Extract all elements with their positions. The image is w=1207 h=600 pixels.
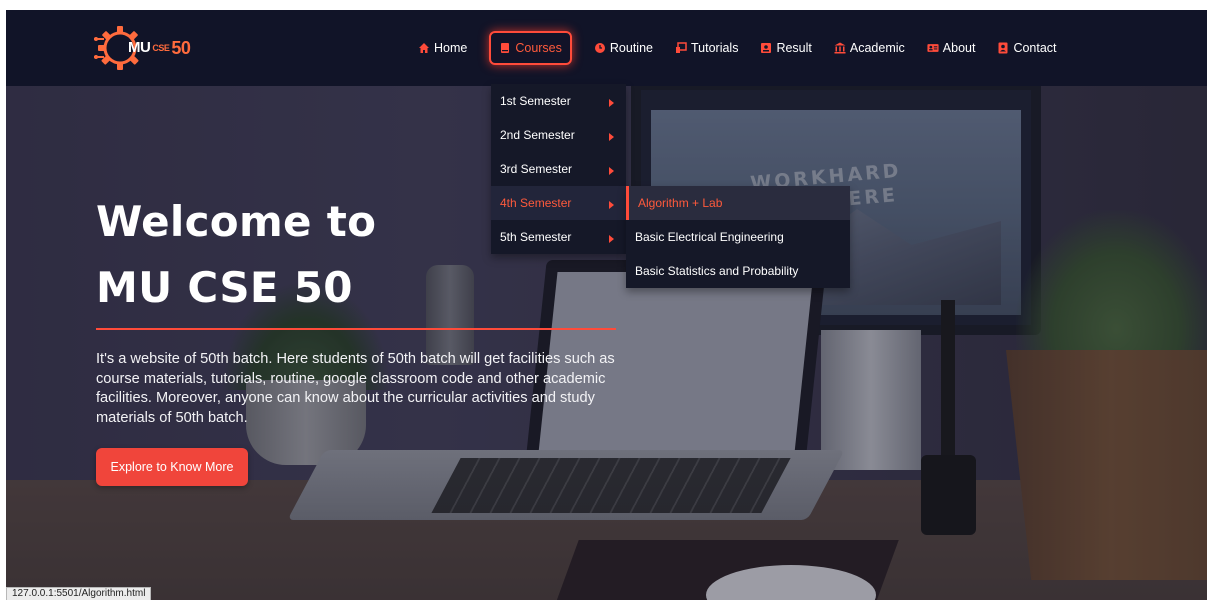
courses-dropdown: 1st Semester 2nd Semester 3rd Semester 4… — [491, 84, 626, 254]
nav-about[interactable]: About — [927, 31, 976, 65]
dropdown-item-label: 4th Semester — [500, 196, 572, 210]
result-icon — [760, 42, 772, 54]
nav-academic[interactable]: Academic — [834, 31, 905, 65]
submenu-item-basic-statistics[interactable]: Basic Statistics and Probability — [626, 254, 850, 288]
id-card-icon — [927, 42, 939, 54]
dropdown-item-3rd-semester[interactable]: 3rd Semester — [491, 152, 626, 186]
nav-tutorials[interactable]: Tutorials — [675, 31, 738, 65]
university-icon — [834, 42, 846, 54]
video-icon — [675, 42, 687, 54]
page-frame: WORKHARD ANYWHERE — [6, 10, 1207, 600]
clock-icon — [594, 42, 606, 54]
nav-home-label: Home — [434, 41, 468, 55]
site-logo[interactable]: MU CSE 50 — [94, 22, 194, 74]
logo-cse: CSE — [152, 43, 170, 53]
dropdown-item-2nd-semester[interactable]: 2nd Semester — [491, 118, 626, 152]
main-menu: Home Courses Routine Tutorials Result Ac… — [418, 10, 1079, 86]
nav-contact[interactable]: Contact — [997, 31, 1057, 65]
dropdown-item-label: 5th Semester — [500, 230, 572, 244]
nav-courses-label: Courses — [515, 41, 562, 55]
navbar: MU CSE 50 Home Courses Routine Tutorials… — [6, 10, 1207, 86]
caret-right-icon — [609, 99, 614, 107]
dropdown-item-label: 1st Semester — [500, 94, 571, 108]
nav-tutorials-label: Tutorials — [690, 41, 739, 55]
nav-about-label: About — [942, 41, 976, 55]
nav-home[interactable]: Home — [418, 31, 467, 65]
nav-contact-label: Contact — [1013, 41, 1057, 55]
nav-routine[interactable]: Routine — [594, 31, 653, 65]
semester-submenu: Algorithm + Lab Basic Electrical Enginee… — [626, 186, 850, 288]
hero-description: It's a website of 50th batch. Here stude… — [96, 351, 615, 426]
hero-divider — [96, 328, 616, 330]
logo-number: 50 — [171, 38, 191, 58]
dropdown-item-1st-semester[interactable]: 1st Semester — [491, 84, 626, 118]
caret-right-icon — [609, 167, 614, 175]
nav-courses[interactable]: Courses — [489, 31, 572, 65]
nav-result-label: Result — [776, 41, 812, 55]
submenu-item-label: Algorithm + Lab — [638, 196, 723, 210]
book-icon — [499, 42, 511, 54]
dropdown-item-label: 3rd Semester — [500, 162, 573, 176]
submenu-item-basic-electrical[interactable]: Basic Electrical Engineering — [626, 220, 850, 254]
dropdown-item-5th-semester[interactable]: 5th Semester — [491, 220, 626, 254]
nav-routine-label: Routine — [609, 41, 653, 55]
caret-right-icon — [609, 133, 614, 141]
logo-text: MU CSE 50 — [128, 35, 191, 61]
caret-right-icon — [609, 201, 614, 209]
logo-mu: MU — [128, 39, 151, 56]
submenu-item-label: Basic Statistics and Probability — [635, 264, 799, 278]
dropdown-item-4th-semester[interactable]: 4th Semester — [491, 186, 626, 220]
browser-status-url: 127.0.0.1:5501/Algorithm.html — [6, 587, 152, 600]
submenu-item-label: Basic Electrical Engineering — [635, 230, 784, 244]
caret-right-icon — [609, 235, 614, 243]
nav-academic-label: Academic — [849, 41, 905, 55]
explore-button[interactable]: Explore to Know More — [96, 448, 248, 486]
contact-icon — [997, 42, 1009, 54]
dropdown-item-label: 2nd Semester — [500, 128, 575, 142]
submenu-item-algorithm-lab[interactable]: Algorithm + Lab — [626, 186, 850, 220]
hero-title-line2: MU CSE 50 — [96, 263, 353, 312]
home-icon — [418, 42, 430, 54]
nav-result[interactable]: Result — [760, 31, 812, 65]
